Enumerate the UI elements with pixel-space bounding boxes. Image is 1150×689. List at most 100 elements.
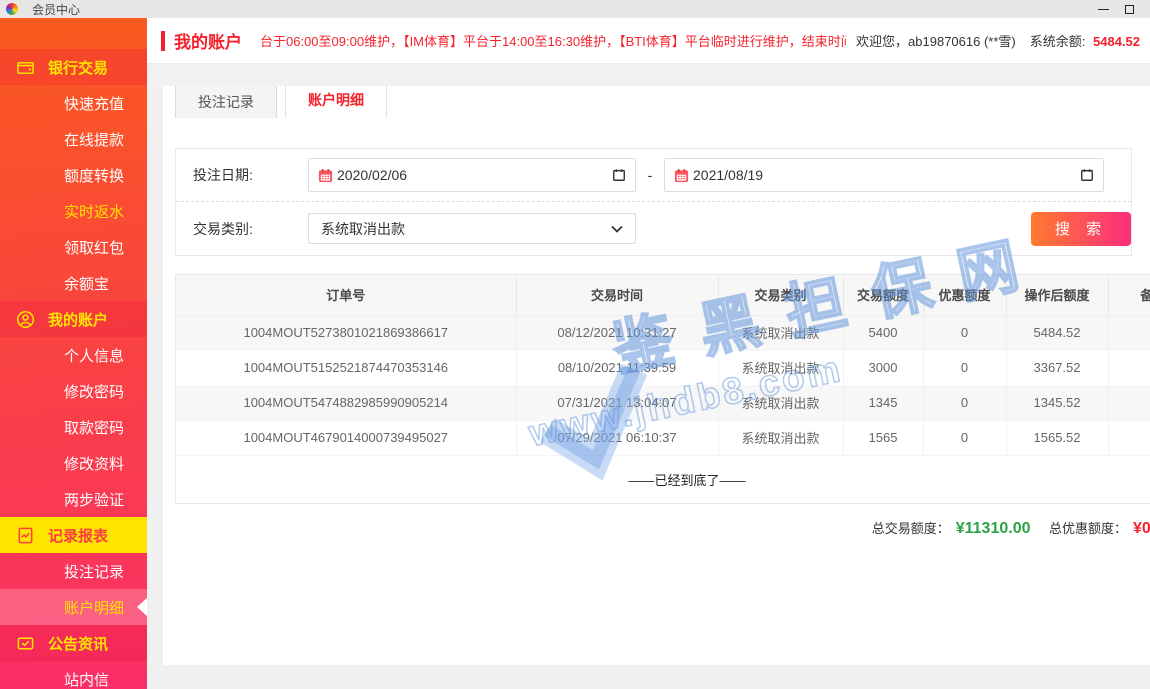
table-cell: 1004MOUT5474882985990905214 <box>176 385 516 420</box>
sidebar-item-label: 我的账户 <box>48 309 108 330</box>
table-cell <box>1108 420 1150 455</box>
date-to-input[interactable]: 2021/08/19 <box>664 158 1104 192</box>
sidebar-item-announcements[interactable]: 公告资讯 <box>0 625 147 661</box>
active-item-notch <box>137 598 147 616</box>
sidebar-item-label: 领取红包 <box>64 237 124 258</box>
table-cell: 5400 <box>843 315 923 350</box>
sidebar-item-site-message[interactable]: 站内信 <box>0 661 147 689</box>
table-row: 1004MOUT527380102186938661708/12/2021 10… <box>176 315 1150 350</box>
system-balance: 系统余额: 5484.52 <box>1030 31 1140 50</box>
window-titlebar: 会员中心 <box>0 0 1150 18</box>
table-cell <box>1108 385 1150 420</box>
title-accent-bar <box>161 31 165 51</box>
calendar-red-icon <box>674 168 689 183</box>
end-of-list-text: ——已经到底了—— <box>176 455 1150 503</box>
table-row: 1004MOUT467901400073949502707/29/2021 06… <box>176 420 1150 455</box>
table-cell: 系统取消出款 <box>718 350 843 385</box>
maximize-button[interactable] <box>1116 1 1142 17</box>
table-cell: 0 <box>923 350 1006 385</box>
sidebar-item-two-step-verify[interactable]: 两步验证 <box>0 481 147 517</box>
header-gap <box>147 64 1150 86</box>
total-bonus-value: ¥0.00 <box>1133 520 1150 537</box>
sidebar-item-change-password[interactable]: 修改密码 <box>0 373 147 409</box>
sidebar-item-withdraw-password[interactable]: 取款密码 <box>0 409 147 445</box>
wallet-icon <box>16 58 35 77</box>
sidebar-item-yuebao[interactable]: 余额宝 <box>0 265 147 301</box>
chevron-down-icon <box>611 225 623 233</box>
datepicker-icon[interactable] <box>612 168 626 182</box>
sidebar-item-edit-profile[interactable]: 修改资料 <box>0 445 147 481</box>
table-cell: 0 <box>923 420 1006 455</box>
table-cell: 系统取消出款 <box>718 420 843 455</box>
mail-icon <box>16 634 35 653</box>
transactions-table-box: 订单号交易时间交易类别交易额度优惠额度操作后额度备注 1004MOUT52738… <box>175 274 1150 504</box>
date-filter-label: 投注日期: <box>193 165 308 185</box>
sidebar-item-label: 投注记录 <box>64 561 124 582</box>
sidebar-item-label: 额度转换 <box>64 165 124 186</box>
table-header-cell: 操作后额度 <box>1006 275 1108 315</box>
user-icon <box>16 310 35 329</box>
sidebar-item-label: 站内信 <box>64 669 109 689</box>
transaction-type-value: 系统取消出款 <box>321 219 405 239</box>
page-header: 我的账户 台于06:00至09:00维护，【IM体育】平台于14:00至16:3… <box>147 18 1150 64</box>
sidebar-item-bank-trade[interactable]: 银行交易 <box>0 49 147 85</box>
date-from-value: 2020/02/06 <box>337 167 407 183</box>
sidebar-item-label: 余额宝 <box>64 273 109 294</box>
maintenance-marquee: 台于06:00至09:00维护，【IM体育】平台于14:00至16:30维护，【… <box>260 31 846 50</box>
app-logo-icon <box>6 3 18 15</box>
sidebar-item-label: 记录报表 <box>48 525 108 546</box>
table-cell: 1565 <box>843 420 923 455</box>
sidebar-item-bet-records[interactable]: 投注记录 <box>0 553 147 589</box>
table-header-cell: 交易额度 <box>843 275 923 315</box>
sidebar-item-label: 快速充值 <box>64 93 124 114</box>
table-header-cell: 交易时间 <box>516 275 718 315</box>
table-cell: 3000 <box>843 350 923 385</box>
tab-account-details[interactable]: 账户明细 <box>285 86 387 118</box>
sidebar-item-quota-transfer[interactable]: 额度转换 <box>0 157 147 193</box>
table-cell: 07/29/2021 06:10:37 <box>516 420 718 455</box>
tab-bet-records[interactable]: 投注记录 <box>175 86 277 118</box>
table-cell: 1004MOUT4679014000739495027 <box>176 420 516 455</box>
sidebar-item-label: 公告资讯 <box>48 633 108 654</box>
table-header-cell: 订单号 <box>176 275 516 315</box>
sidebar-item-realtime-rebate[interactable]: 实时返水 <box>0 193 147 229</box>
sidebar-item-label: 修改密码 <box>64 381 124 402</box>
transaction-type-select[interactable]: 系统取消出款 <box>308 213 636 244</box>
date-from-input[interactable]: 2020/02/06 <box>308 158 636 192</box>
sidebar-item-online-withdraw[interactable]: 在线提款 <box>0 121 147 157</box>
content-panel: 投注记录账户明细 投注日期: 2020/02/06 <box>163 86 1150 665</box>
sidebar-item-account-details[interactable]: 账户明细 <box>0 589 147 625</box>
table-cell: 1345.52 <box>1006 385 1108 420</box>
filter-box: 投注日期: 2020/02/06 <box>175 148 1132 256</box>
page-title: 我的账户 <box>174 28 242 53</box>
type-filter-label: 交易类别: <box>193 219 308 239</box>
minimize-button[interactable] <box>1090 1 1116 17</box>
table-body: 1004MOUT527380102186938661708/12/2021 10… <box>176 315 1150 503</box>
date-filter-row: 投注日期: 2020/02/06 <box>176 149 1131 202</box>
table-header-cell: 优惠额度 <box>923 275 1006 315</box>
search-button[interactable]: 搜 索 <box>1031 212 1131 246</box>
tabs: 投注记录账户明细 <box>163 86 1150 118</box>
table-cell: 3367.52 <box>1006 350 1108 385</box>
table-cell: 1004MOUT5273801021869386617 <box>176 315 516 350</box>
main-area: 我的账户 台于06:00至09:00维护，【IM体育】平台于14:00至16:3… <box>147 18 1150 689</box>
sidebar-item-records-report[interactable]: 记录报表 <box>0 517 147 553</box>
table-cell: 0 <box>923 315 1006 350</box>
table-cell: 1004MOUT5152521874470353146 <box>176 350 516 385</box>
table-cell: 08/12/2021 10:31:27 <box>516 315 718 350</box>
sidebar-item-label: 个人信息 <box>64 345 124 366</box>
balance-label: 系统余额: <box>1030 34 1086 49</box>
table-header-cell: 备注 <box>1108 275 1150 315</box>
sidebar-item-label: 在线提款 <box>64 129 124 150</box>
sidebar-item-personal-info[interactable]: 个人信息 <box>0 337 147 373</box>
table-cell: 5484.52 <box>1006 315 1108 350</box>
table-cell: 系统取消出款 <box>718 315 843 350</box>
table-cell: 系统取消出款 <box>718 385 843 420</box>
table-row: 1004MOUT515252187447035314608/10/2021 11… <box>176 350 1150 385</box>
sidebar-item-my-account[interactable]: 我的账户 <box>0 301 147 337</box>
sidebar-item-quick-deposit[interactable]: 快速充值 <box>0 85 147 121</box>
sidebar-item-label: 取款密码 <box>64 417 124 438</box>
sidebar-item-red-packet[interactable]: 领取红包 <box>0 229 147 265</box>
welcome-text: 欢迎您，ab19870616 (**雪) <box>856 31 1016 50</box>
datepicker-icon[interactable] <box>1080 168 1094 182</box>
